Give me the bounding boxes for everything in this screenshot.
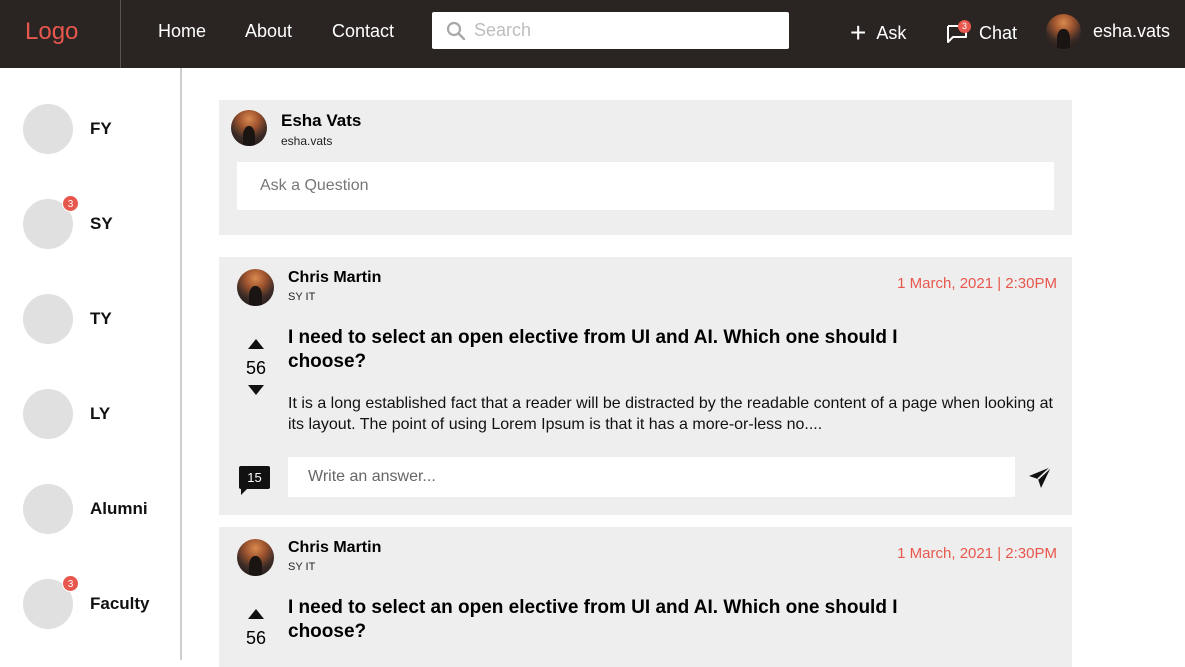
avatar <box>237 269 274 306</box>
nav-link-about[interactable]: About <box>245 21 292 42</box>
group-avatar <box>23 104 73 154</box>
username: esha.vats <box>1093 20 1171 41</box>
ask-label: Ask <box>876 22 907 43</box>
chat-button[interactable]: 3 Chat <box>946 20 1017 46</box>
user-handle: esha.vats <box>281 134 333 148</box>
user-name: Esha Vats <box>281 111 362 130</box>
group-avatar: 3 <box>23 195 79 249</box>
post-title[interactable]: I need to select an open elective from U… <box>288 596 978 644</box>
vote-count: 56 <box>245 358 267 378</box>
ask-question-input[interactable] <box>237 162 1054 210</box>
post-author[interactable]: Chris Martin <box>288 539 381 557</box>
sidebar: FY 3 SY TY LY Alumni 3 Faculty <box>0 68 182 660</box>
search-input[interactable] <box>474 12 774 49</box>
post-author-class: SY IT <box>288 291 316 303</box>
ask-button[interactable]: + Ask <box>850 18 906 48</box>
sidebar-item-ly[interactable]: LY <box>23 389 110 439</box>
avatar <box>237 539 274 576</box>
group-avatar <box>23 484 73 534</box>
sidebar-item-label: LY <box>90 404 111 423</box>
sidebar-item-label: TY <box>90 309 112 328</box>
post-body: It is a long established fact that a rea… <box>288 395 1053 433</box>
sidebar-item-alumni[interactable]: Alumni <box>23 484 148 534</box>
question-post: Chris Martin SY IT 1 March, 2021 | 2:30P… <box>219 527 1072 667</box>
avatar <box>231 110 267 146</box>
group-avatar: 3 <box>23 575 79 629</box>
chat-icon: 3 <box>946 20 971 44</box>
post-title[interactable]: I need to select an open elective from U… <box>288 326 978 374</box>
comment-count: 15 <box>239 466 270 489</box>
logo-container: Logo <box>0 0 121 68</box>
post-author-class: SY IT <box>288 561 316 573</box>
search-icon <box>446 21 466 41</box>
sidebar-item-fy[interactable]: FY <box>23 104 112 154</box>
ask-question-card: Esha Vats esha.vats <box>219 100 1072 235</box>
logo[interactable]: Logo <box>25 18 78 46</box>
nav-link-contact[interactable]: Contact <box>332 21 394 42</box>
post-date: 1 March, 2021 | 2:30PM <box>897 275 1057 292</box>
send-icon[interactable] <box>1027 465 1053 491</box>
post-date: 1 March, 2021 | 2:30PM <box>897 545 1057 562</box>
user-menu[interactable]: esha.vats <box>1046 13 1170 49</box>
vote-control: 56 <box>241 609 271 648</box>
nav-link-home[interactable]: Home <box>158 21 206 42</box>
post-author[interactable]: Chris Martin <box>288 269 381 287</box>
sidebar-item-label: Faculty <box>90 594 150 613</box>
sidebar-item-sy[interactable]: 3 SY <box>23 195 113 249</box>
sidebar-item-label: Alumni <box>90 499 148 518</box>
comments-icon[interactable]: 15 <box>239 466 271 496</box>
sidebar-item-label: SY <box>90 214 113 233</box>
plus-icon: + <box>850 17 867 48</box>
sidebar-item-faculty[interactable]: 3 Faculty <box>23 575 150 629</box>
question-post: Chris Martin SY IT 1 March, 2021 | 2:30P… <box>219 257 1072 515</box>
downvote-icon[interactable] <box>248 385 264 395</box>
vote-count: 56 <box>245 628 267 648</box>
answer-input[interactable] <box>288 457 1015 497</box>
search-bar <box>432 12 789 49</box>
group-avatar <box>23 389 73 439</box>
group-avatar <box>23 294 73 344</box>
upvote-icon[interactable] <box>248 339 264 349</box>
avatar <box>1046 13 1081 49</box>
notification-badge: 3 <box>62 575 79 592</box>
chat-badge: 3 <box>958 20 971 33</box>
vote-control: 56 <box>241 339 271 395</box>
sidebar-item-ty[interactable]: TY <box>23 294 112 344</box>
top-navbar: Logo Home About Contact + Ask 3 Chat esh… <box>0 0 1185 68</box>
upvote-icon[interactable] <box>248 609 264 619</box>
chat-label: Chat <box>979 22 1018 43</box>
notification-badge: 3 <box>62 195 79 212</box>
sidebar-item-label: FY <box>90 119 112 138</box>
